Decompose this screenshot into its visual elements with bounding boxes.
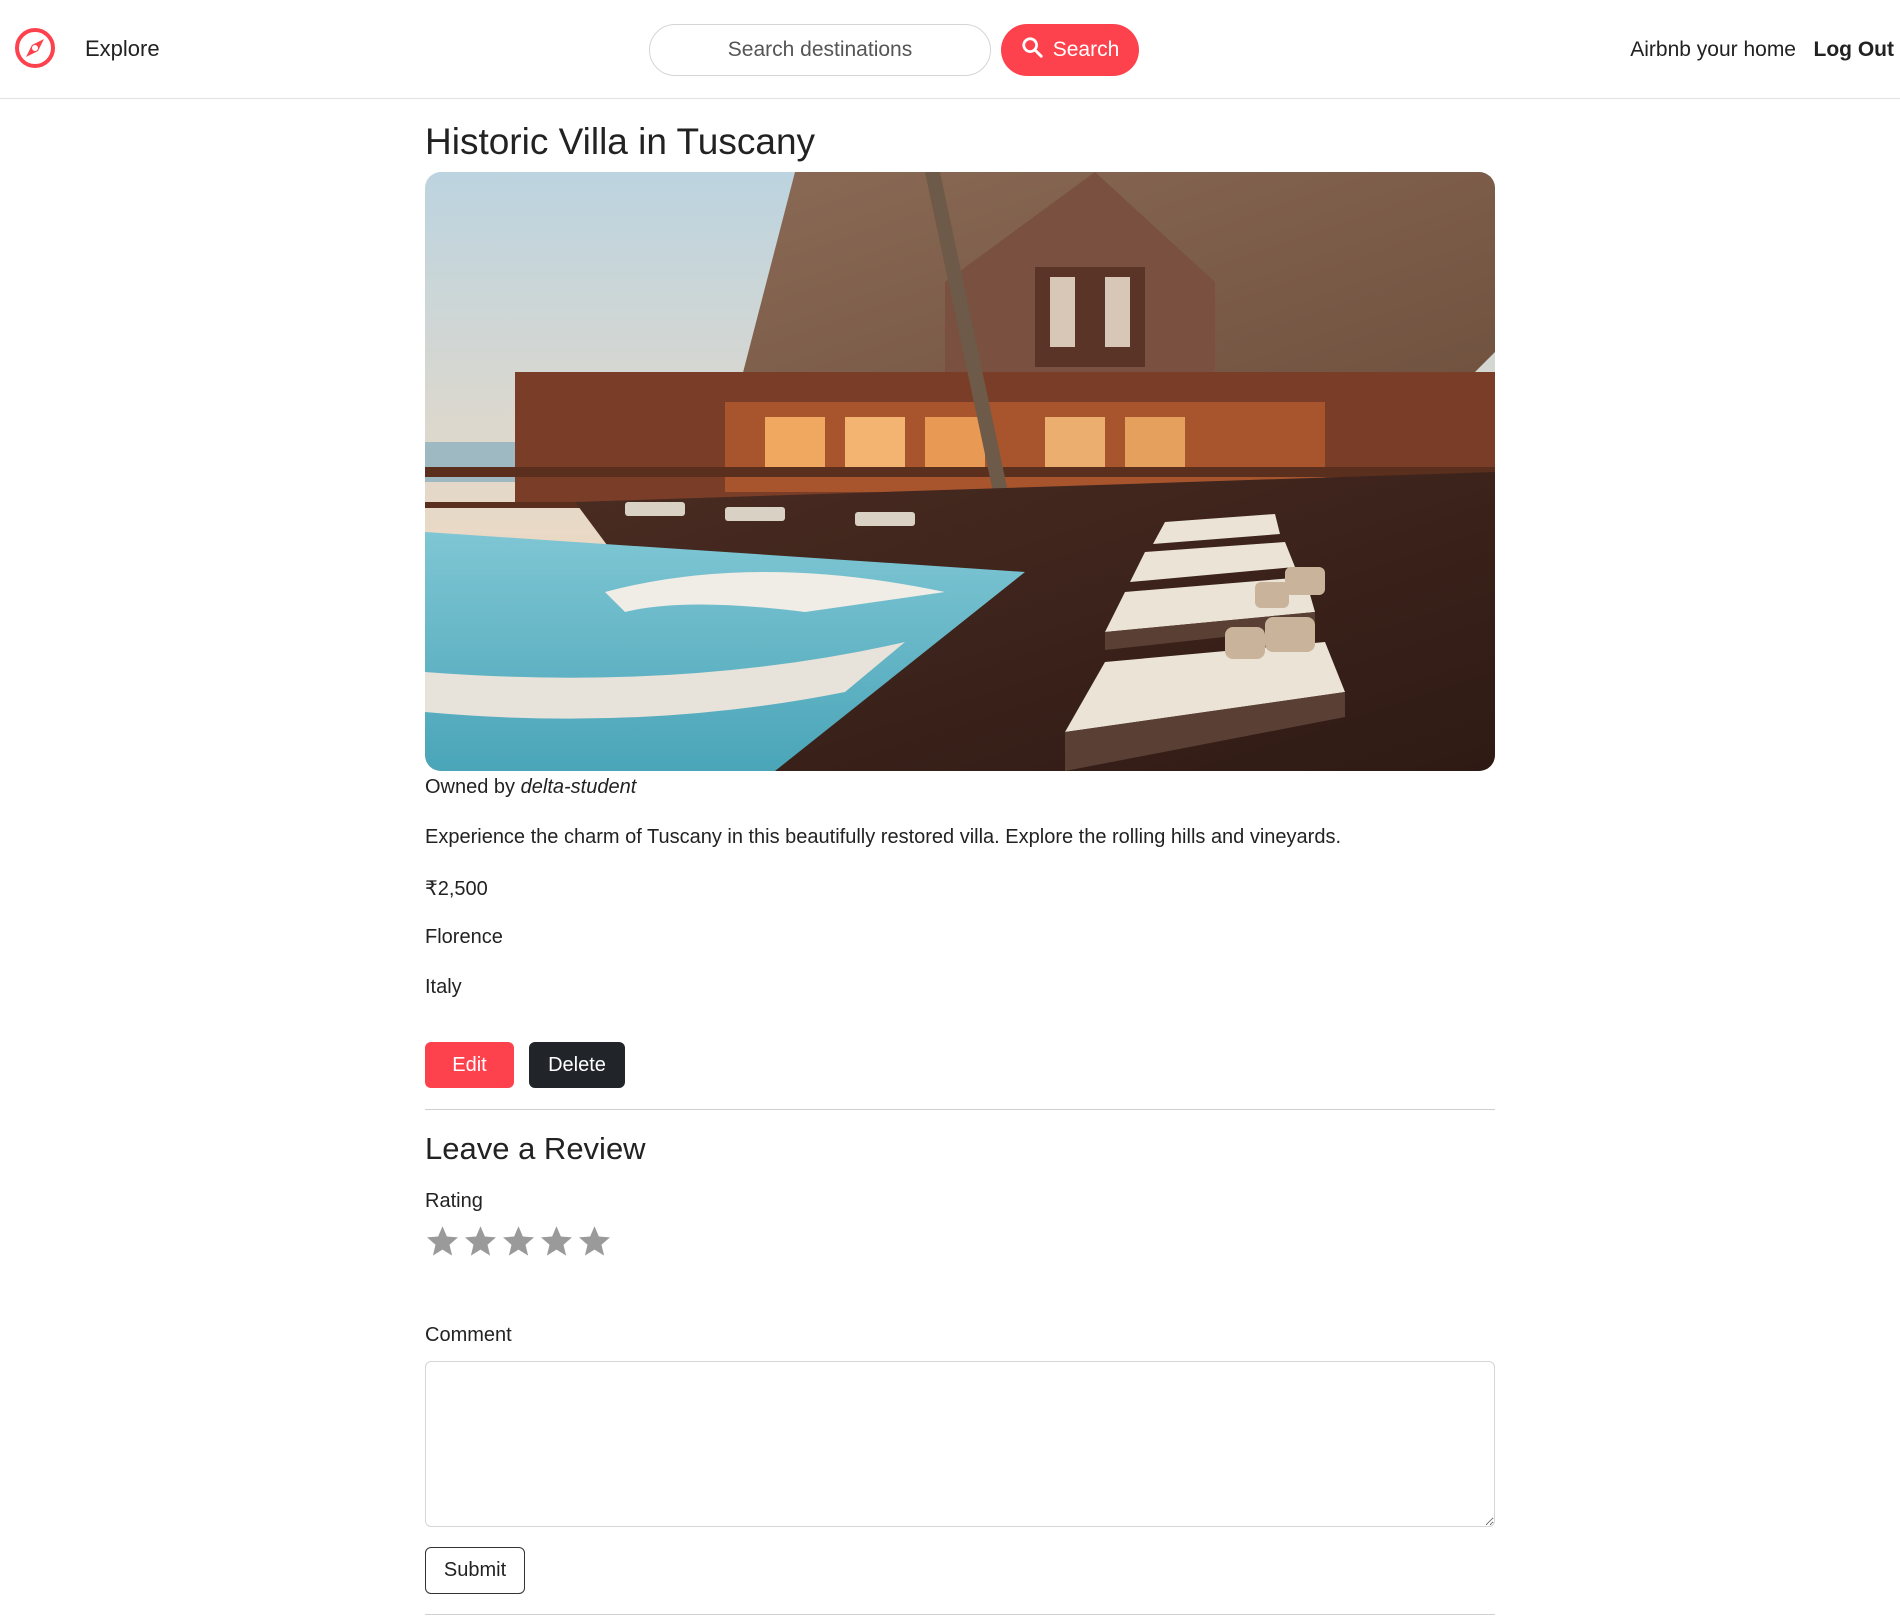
star-icon[interactable] [577,1224,612,1259]
nav-host-link[interactable]: Airbnb your home [1630,38,1796,62]
owner-prefix: Owned by [425,776,516,798]
star-icon[interactable] [425,1224,460,1259]
search-icon [1021,36,1043,64]
listing-image [425,172,1495,771]
edit-button[interactable]: Edit [425,1042,514,1088]
divider [425,1109,1495,1110]
rating-label: Rating [425,1190,483,1212]
submit-button[interactable]: Submit [425,1547,525,1594]
comment-label: Comment [425,1324,512,1346]
listing-description: Experience the charm of Tuscany in this … [425,826,1342,848]
star-rating [425,1224,612,1259]
delete-button[interactable]: Delete [529,1042,625,1088]
owner-name: delta-student [520,776,637,798]
navbar: Explore Search Airbnb your home Log Out [0,0,1900,99]
listing-price: ₹2,500 [425,878,488,900]
nav-logout-link[interactable]: Log Out [1814,38,1894,62]
nav-explore-link[interactable]: Explore [85,36,160,62]
search-input[interactable] [649,24,991,76]
search-button[interactable]: Search [1001,24,1139,76]
star-icon[interactable] [463,1224,498,1259]
listing-country: Italy [425,976,462,998]
star-icon[interactable] [501,1224,536,1259]
owner-line: Owned by delta-student [425,776,636,799]
search-button-label: Search [1052,38,1120,61]
listing-title: Historic Villa in Tuscany [425,121,816,162]
divider [425,1614,1495,1615]
compass-icon[interactable] [13,26,57,70]
star-icon[interactable] [539,1224,574,1259]
review-heading: Leave a Review [425,1131,646,1166]
listing-location: Florence [425,926,503,948]
comment-field[interactable] [425,1361,1495,1527]
